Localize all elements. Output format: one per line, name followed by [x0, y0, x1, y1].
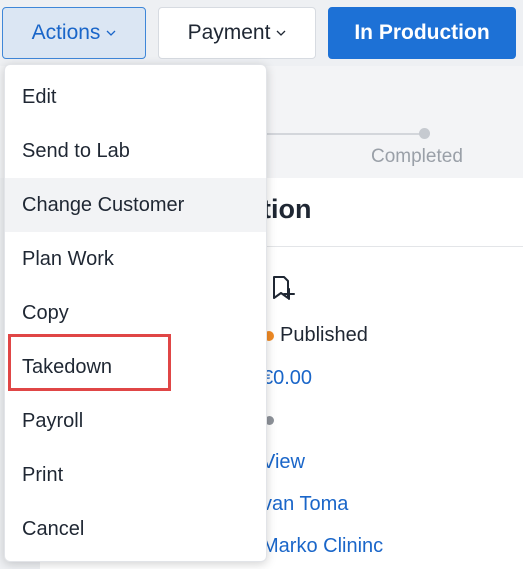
- top-toolbar: Actions Payment In Production: [0, 0, 523, 66]
- section-divider: [262, 246, 523, 247]
- menu-item-label: Plan Work: [22, 247, 114, 270]
- amount-value[interactable]: €0.00: [262, 367, 312, 390]
- menu-item-label: Cancel: [22, 517, 85, 540]
- document-plus-icon[interactable]: [270, 274, 296, 307]
- payment-label: Payment: [187, 21, 271, 44]
- menu-item-payroll[interactable]: Payroll: [5, 394, 266, 448]
- in-production-label: In Production: [354, 21, 490, 44]
- in-production-button[interactable]: In Production: [328, 7, 516, 59]
- actions-dropdown-button[interactable]: Actions: [2, 7, 146, 59]
- menu-item-copy[interactable]: Copy: [5, 286, 266, 340]
- actions-label: Actions: [31, 21, 101, 44]
- status-row: Published: [262, 324, 368, 347]
- chevron-down-icon: [106, 28, 116, 38]
- payment-dropdown-button[interactable]: Payment: [158, 7, 316, 59]
- chevron-down-icon: [276, 28, 286, 38]
- menu-item-send-to-lab[interactable]: Send to Lab: [5, 124, 266, 178]
- menu-item-label: Copy: [22, 301, 69, 324]
- person-link[interactable]: van Toma: [262, 493, 348, 516]
- menu-item-label: Send to Lab: [22, 139, 130, 162]
- menu-item-takedown[interactable]: Takedown: [5, 340, 266, 394]
- progress-step-label: Completed: [371, 146, 463, 167]
- menu-item-label: Payroll: [22, 409, 84, 432]
- view-link[interactable]: View: [262, 451, 305, 474]
- menu-item-label: Takedown: [22, 355, 113, 378]
- section-title: tion: [262, 194, 312, 224]
- menu-item-label: Print: [22, 463, 64, 486]
- menu-item-cancel[interactable]: Cancel: [5, 502, 266, 556]
- progress-line: [262, 133, 426, 135]
- actions-dropdown-menu: Edit Send to Lab Change Customer Plan Wo…: [4, 64, 267, 562]
- status-label: Published: [280, 324, 368, 346]
- menu-item-change-customer[interactable]: Change Customer: [5, 178, 266, 232]
- progress-step-dot: [419, 128, 430, 139]
- menu-item-label: Change Customer: [22, 193, 185, 216]
- menu-item-edit[interactable]: Edit: [5, 70, 266, 124]
- menu-item-label: Edit: [22, 85, 57, 108]
- menu-item-plan-work[interactable]: Plan Work: [5, 232, 266, 286]
- clinic-link[interactable]: Marko Clininc: [262, 535, 383, 558]
- menu-item-print[interactable]: Print: [5, 448, 266, 502]
